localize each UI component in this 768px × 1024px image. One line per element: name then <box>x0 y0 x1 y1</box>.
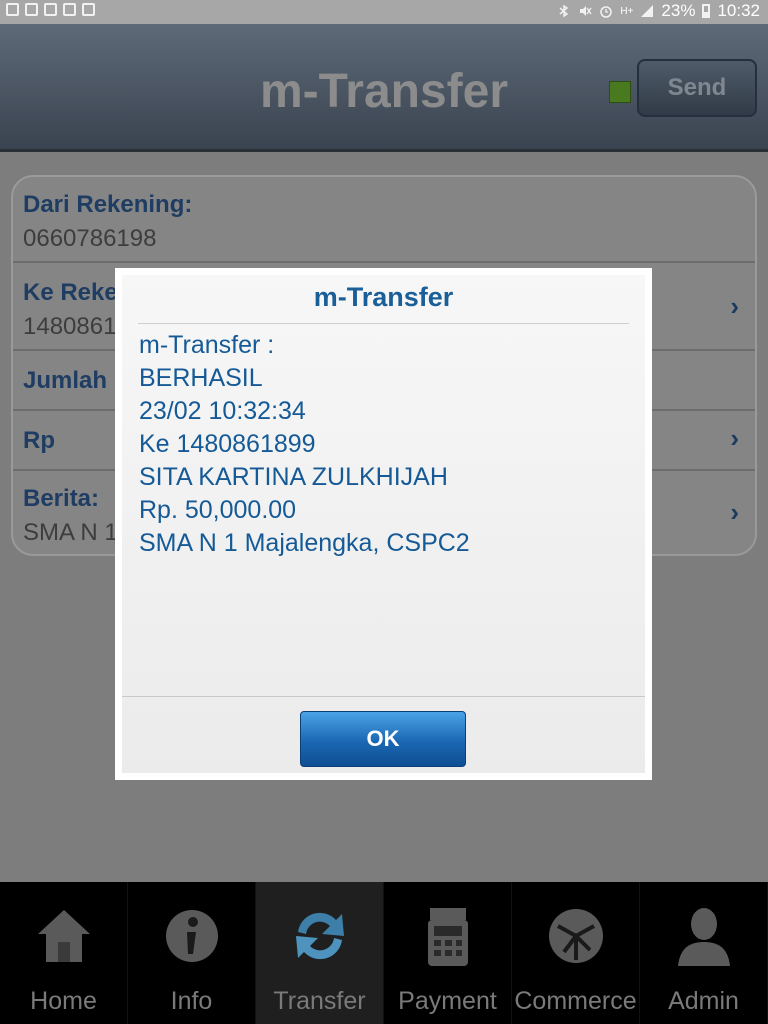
message-value: SMA N 1 <box>23 519 118 546</box>
notification-icon <box>6 3 19 16</box>
network-type: H+ <box>620 5 634 17</box>
status-indicator <box>609 81 631 103</box>
from-account-label: Dari Rekening: <box>23 191 193 218</box>
message-line: Ke 1480861899 <box>139 430 316 458</box>
message-line: m-Transfer : <box>139 331 275 359</box>
nav-item-home[interactable]: Home <box>0 882 128 1024</box>
dialog-message: m-Transfer : BERHASIL 23/02 10:32:34 Ke … <box>139 329 470 560</box>
alarm-icon <box>600 6 613 18</box>
bluetooth-icon <box>559 4 569 18</box>
from-account-value: 0660786198 <box>23 225 157 252</box>
message-line: 23/02 10:32:34 <box>139 397 306 425</box>
nav-label-info: Info <box>170 987 213 1015</box>
notification-icon <box>44 3 57 16</box>
nav-item-payment[interactable]: Payment <box>384 882 512 1024</box>
battery-percent: 23% <box>661 1 696 20</box>
clock: 10:32 <box>717 1 760 20</box>
transfer-icon <box>288 900 352 972</box>
nav-label-commerce: Commerce <box>514 987 637 1015</box>
app-header: m-Transfer Send <box>0 24 768 152</box>
nav-item-commerce[interactable]: Commerce <box>512 882 640 1024</box>
chevron-right-icon: › <box>730 497 739 527</box>
notification-icon <box>63 3 76 16</box>
signal-icon <box>641 5 654 17</box>
currency-label: Rp <box>23 427 55 454</box>
from-account-row[interactable]: Dari Rekening: 0660786198 <box>13 177 755 263</box>
message-line: Rp. 50,000.00 <box>139 496 297 524</box>
nav-item-admin[interactable]: Admin <box>640 882 768 1024</box>
home-icon <box>32 900 96 972</box>
nav-item-transfer[interactable]: Transfer <box>256 882 384 1024</box>
nav-label-transfer: Transfer <box>273 987 366 1015</box>
nav-label-payment: Payment <box>398 987 497 1015</box>
message-label: Berita: <box>23 485 100 512</box>
notification-icon <box>25 3 38 16</box>
chevron-right-icon: › <box>730 423 739 453</box>
send-button[interactable]: Send <box>637 59 757 117</box>
notification-icons <box>6 3 95 16</box>
to-account-value: 1480861 <box>23 313 117 340</box>
to-account-label: Ke Reke <box>23 279 118 306</box>
commerce-icon <box>544 900 608 972</box>
mute-icon <box>580 6 592 16</box>
dialog-title: m-Transfer <box>313 282 454 312</box>
nav-item-info[interactable]: Info <box>128 882 256 1024</box>
status-bar: H+ 23% 10:32 <box>0 0 768 24</box>
nav-label-admin: Admin <box>668 987 739 1015</box>
admin-icon <box>672 900 736 972</box>
system-icons: H+ 23% 10:32 <box>557 1 760 21</box>
dialog-body: m-Transfer m-Transfer : BERHASIL 23/02 1… <box>122 275 645 773</box>
divider <box>138 323 629 324</box>
message-line: BERHASIL <box>139 364 263 392</box>
bottom-nav: Home Info Transfer Payment Commerce Admi… <box>0 882 768 1024</box>
result-dialog: m-Transfer m-Transfer : BERHASIL 23/02 1… <box>115 268 652 780</box>
divider <box>122 696 645 697</box>
message-line: SITA KARTINA ZULKHIJAH <box>139 463 448 491</box>
message-line: SMA N 1 Majalengka, CSPC2 <box>139 529 470 557</box>
info-icon <box>160 900 224 972</box>
chevron-right-icon: › <box>730 291 739 321</box>
nav-label-home: Home <box>30 987 97 1015</box>
payment-icon <box>416 900 480 972</box>
notification-icon <box>82 3 95 16</box>
ok-button[interactable]: OK <box>300 711 466 767</box>
battery-icon <box>702 4 711 18</box>
